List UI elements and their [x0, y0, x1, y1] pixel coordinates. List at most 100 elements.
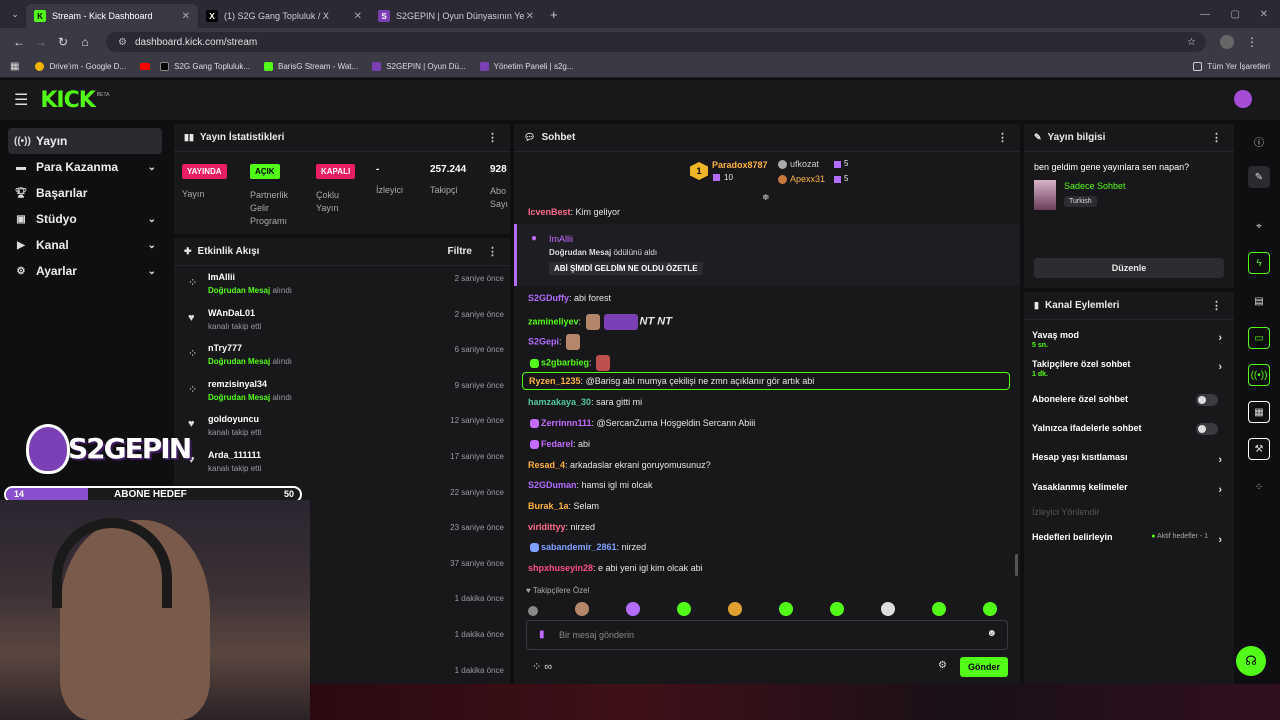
back-icon[interactable]: ← — [8, 35, 30, 49]
edit-icon[interactable]: ✎ — [1248, 166, 1270, 188]
action-slow-mode[interactable]: Yavaş mod 5 sn. › — [1032, 330, 1222, 349]
chat-username[interactable]: Burak_1a — [528, 501, 569, 511]
leader-name[interactable]: Apexx31 — [790, 174, 825, 184]
more-icon[interactable]: ⋮ — [487, 245, 498, 258]
chat-username[interactable]: hamzakaya_30 — [528, 397, 591, 407]
tools-icon[interactable]: ⚒ — [1248, 438, 1270, 460]
apps-icon[interactable]: ▦ — [10, 61, 19, 72]
chat-scrollbar[interactable] — [1015, 554, 1018, 576]
new-tab-icon[interactable]: + — [550, 7, 558, 22]
chat-username[interactable]: s2gbarbieg — [541, 357, 589, 367]
sidebar-item-studyo[interactable]: ▣ Stüdyo ⌄ — [8, 206, 162, 232]
bookmark-drive[interactable]: Drive'ım - Google D... — [35, 62, 126, 71]
chat-username[interactable]: S2GDuman — [528, 480, 577, 490]
emote-icon[interactable] — [677, 602, 691, 616]
sidebar-item-ayarlar[interactable]: ⚙ Ayarlar ⌄ — [8, 258, 162, 284]
reward-user[interactable]: ImAllii — [549, 234, 573, 244]
chat-username[interactable]: virldittyy — [528, 522, 566, 532]
action-banned-words[interactable]: Yasaklanmış kelimeler › — [1032, 482, 1222, 496]
chat-username[interactable]: shpxhuseyin28 — [528, 563, 593, 573]
window-close-icon[interactable]: ✕ — [1260, 9, 1268, 20]
site-info-icon[interactable]: ⚙ — [118, 37, 127, 48]
more-icon[interactable]: ⋮ — [1211, 299, 1222, 312]
microphone-icon[interactable]: ▮ — [539, 629, 545, 640]
tab-list-dropdown-icon[interactable]: ⌄ — [4, 9, 26, 20]
chat-username[interactable]: Zerrinnn111 — [541, 418, 592, 428]
chat-username[interactable]: S2GDuffy — [528, 293, 569, 303]
kick-logo[interactable]: KICK — [40, 88, 95, 113]
community-icon[interactable]: ⁘ — [1248, 476, 1270, 498]
emotes-only-toggle[interactable] — [1196, 423, 1218, 435]
more-icon[interactable]: ⋮ — [487, 131, 498, 144]
profile-avatar[interactable] — [1220, 35, 1234, 49]
leader-name[interactable]: ufkozat — [790, 159, 819, 169]
more-icon[interactable]: ⋮ — [1211, 131, 1222, 144]
chat-username[interactable]: S2Gepi — [528, 336, 559, 346]
action-account-age[interactable]: Hesap yaşı kısıtlaması › — [1032, 452, 1222, 466]
forward-icon[interactable]: → — [30, 35, 52, 49]
feed-username[interactable]: nTry777 — [208, 343, 242, 353]
feed-username[interactable]: goldoyuncu — [208, 414, 259, 424]
feed-username[interactable]: Arda_111111 — [208, 450, 261, 460]
emote-icon[interactable] — [881, 602, 895, 616]
close-icon[interactable]: ✕ — [354, 11, 362, 22]
edit-button[interactable]: Düzenle — [1034, 258, 1224, 278]
lightning-icon[interactable]: ϟ — [1248, 252, 1270, 274]
help-button[interactable]: ☊ — [1236, 646, 1266, 676]
emote-icon[interactable] — [830, 602, 844, 616]
emote-icon[interactable] — [983, 602, 997, 616]
send-button[interactable]: Gönder — [960, 657, 1008, 677]
home-icon[interactable]: ⌂ — [74, 35, 96, 49]
leader-name[interactable]: Paradox8787 — [712, 160, 768, 170]
media-icon[interactable]: ▦ — [1248, 401, 1270, 423]
emote-icon[interactable] — [779, 602, 793, 616]
action-goals[interactable]: Hedefleri belirleyin ● Aktif hedefler - … — [1032, 532, 1222, 546]
emote-icon[interactable] — [932, 602, 946, 616]
info-icon[interactable]: ⓘ — [1248, 130, 1270, 152]
category-name[interactable]: Sadece Sohbet — [1064, 181, 1126, 191]
chat-username[interactable]: Ryzen_1235 — [529, 376, 581, 386]
bookmark-s2gepin[interactable]: S2GEPIN | Oyun Dü... — [372, 62, 466, 71]
browser-tab-kick[interactable]: K Stream - Kick Dashboard ✕ — [26, 4, 198, 28]
target-icon[interactable]: ⌖ — [1248, 215, 1270, 237]
chat-settings-icon[interactable]: ⚙ — [938, 660, 947, 671]
browser-tab-s2gepin[interactable]: S S2GEPIN | Oyun Dünyasının Ye ✕ — [370, 4, 542, 28]
chat-input[interactable]: ▮ Bir mesaj gönderin ☻ — [526, 620, 1008, 650]
feed-username[interactable]: WAnDaL01 — [208, 308, 255, 318]
bookmark-x[interactable]: S2G Gang Topluluk... — [160, 62, 250, 71]
emote-icon[interactable] — [528, 606, 538, 616]
emote-icon[interactable] — [728, 602, 742, 616]
reload-icon[interactable]: ↻ — [52, 35, 74, 49]
feed-username[interactable]: ImAllii — [208, 272, 235, 282]
bookmark-star-icon[interactable]: ☆ — [1187, 37, 1196, 48]
sidebar-item-yayin[interactable]: ((•)) Yayın — [8, 128, 162, 154]
broadcast-icon[interactable]: ((•)) — [1248, 364, 1270, 386]
chat-icon[interactable]: ▭ — [1248, 327, 1270, 349]
emoji-icon[interactable]: ☻ — [986, 628, 997, 639]
close-icon[interactable]: ✕ — [526, 11, 534, 22]
filter-button[interactable]: Filtre — [448, 246, 472, 257]
emote-icon[interactable] — [626, 602, 640, 616]
chat-username[interactable]: Fedarel — [541, 439, 573, 449]
more-icon[interactable]: ⋮ — [997, 131, 1008, 144]
browser-tab-x[interactable]: X (1) S2G Gang Topluluk / X ✕ — [198, 4, 370, 28]
feed-username[interactable]: remzisinyal34 — [208, 379, 267, 389]
maximize-icon[interactable]: ▢ — [1231, 9, 1240, 20]
document-icon[interactable]: ▤ — [1248, 290, 1270, 312]
emote-icon[interactable] — [575, 602, 589, 616]
sidebar-item-basarilar[interactable]: 🏆︎ Başarılar — [8, 180, 162, 206]
chat-username[interactable]: zamineliyev — [528, 316, 579, 326]
youtube-icon[interactable] — [140, 63, 151, 70]
chat-username[interactable]: IcvenBest — [528, 207, 571, 217]
pinned-toggle-icon[interactable]: ≑ — [762, 192, 770, 203]
chat-username[interactable]: Resad_4 — [528, 460, 565, 470]
sidebar-item-kanal[interactable]: ▶ Kanal ⌄ — [8, 232, 162, 258]
action-followers-only[interactable]: Takipçilere özel sohbet 1 dk. › — [1032, 359, 1222, 378]
bookmark-kick[interactable]: BarisG Stream - Wat... — [264, 62, 358, 71]
chat-username[interactable]: sabandemir_2861 — [541, 542, 617, 552]
subs-only-toggle[interactable] — [1196, 394, 1218, 406]
menu-icon[interactable]: ☰ — [14, 90, 28, 110]
close-icon[interactable]: ✕ — [182, 11, 190, 22]
sidebar-item-para-kazanma[interactable]: ▬ Para Kazanma ⌄ — [8, 154, 162, 180]
points-icon[interactable]: ⁘ ∞ — [532, 660, 552, 673]
